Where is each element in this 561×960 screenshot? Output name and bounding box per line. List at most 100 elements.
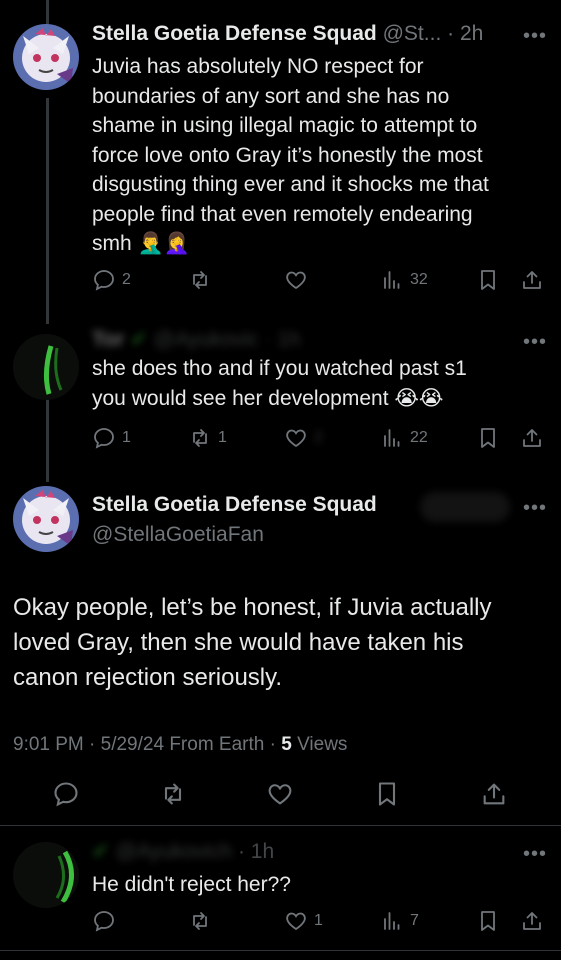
action-bar [0,780,561,820]
bookmark-button[interactable] [476,424,500,452]
like-count: 2 [314,429,323,446]
reply-icon [94,428,114,449]
more-icon[interactable]: ••• [523,332,547,352]
bookmark-button[interactable] [373,780,401,808]
tweet-header: Stella Goetia Defense Squad @St... · 2h [92,20,483,48]
like-icon [286,429,306,448]
bookmark-button[interactable] [476,907,500,935]
divider [0,825,561,826]
tweet-metadata: 9:01 PM · 5/29/24 From Earth · 5 Views [13,734,347,756]
views-button[interactable]: 22 [380,424,428,452]
avatar[interactable] [13,842,79,908]
reply-icon [94,270,114,291]
tweet-header: Tor ✔ @Ayukovic · 1h [92,326,301,354]
tweet-3[interactable]: ✔ @Ayukovich · 1h ••• He didn't reject h… [0,838,561,950]
follow-button[interactable] [420,492,510,522]
more-icon[interactable]: ••• [523,844,547,864]
views-count: 32 [410,271,428,288]
action-bar: 1 7 [92,907,552,935]
like-count: 1 [314,912,323,929]
reply-icon [94,911,114,932]
reply-count: 2 [122,271,131,288]
tweet-text-line: smh 🤦‍♂️🤦‍♀️ [92,232,190,255]
share-icon [523,429,541,447]
tweet-1[interactable]: Stella Goetia Defense Squad @St... · 2h … [0,20,561,310]
bookmark-icon [481,270,495,290]
reply-button[interactable] [52,780,80,808]
post-timestamp[interactable]: 9:01 PM · 5/29/24 From Earth · [13,734,281,755]
tweet-text-line: she does tho and if you watched past s1 [92,357,467,380]
tweet-text: Juvia has absolutely NO respect for boun… [92,52,542,259]
main-tweet: Stella Goetia Defense Squad @StellaGoeti… [0,484,561,824]
retweet-icon [193,912,207,930]
action-bar: 2 32 [92,266,552,294]
like-button[interactable]: 2 [284,424,323,452]
tweet-2[interactable]: Tor ✔ @Ayukovic · 1h ••• she does tho an… [0,326,561,466]
like-button[interactable] [284,266,308,294]
divider [0,950,561,951]
author-handle[interactable]: @Ayukovich [115,840,232,863]
more-icon[interactable]: ••• [523,498,547,518]
bookmark-icon [481,911,495,931]
views-count: 7 [410,912,419,929]
views-button[interactable]: 7 [380,907,419,935]
tweet-text-line: disgusting thing ever and it shocks me t… [92,173,489,196]
reply-button[interactable] [92,907,116,935]
retweet-icon [164,783,182,805]
bookmark-icon [481,428,495,448]
tweet-text-line: loved Gray, then she would have taken hi… [13,629,464,656]
share-icon [523,271,541,289]
bookmark-icon [378,782,396,806]
views-icon [384,429,400,447]
verified-badge: ✔ [130,328,148,351]
time-separator: · [441,22,460,45]
tweet-text-line: Okay people, let’s be honest, if Juvia a… [13,594,492,621]
tweet-text: she does tho and if you watched past s1 … [92,354,542,413]
views-label: Views [291,734,348,755]
like-button[interactable]: 1 [284,907,323,935]
share-button[interactable] [520,266,544,294]
avatar[interactable] [13,24,79,90]
like-button[interactable] [266,780,294,808]
retweet-button[interactable] [188,907,212,935]
author-name[interactable]: Stella Goetia Defense Squad [92,491,377,519]
author-handle[interactable]: @Ayukovic [154,328,259,351]
tweet-header: ✔ @Ayukovich · 1h [92,838,274,866]
tweet-text: Okay people, let’s be honest, if Juvia a… [13,590,548,695]
bookmark-button[interactable] [476,266,500,294]
views-button[interactable]: 32 [380,266,428,294]
reply-button[interactable]: 1 [92,424,131,452]
share-button[interactable] [480,780,508,808]
more-icon[interactable]: ••• [523,26,547,46]
timestamp[interactable]: 2h [460,22,483,45]
avatar[interactable] [13,334,79,400]
views-count: 5 [281,734,292,755]
share-button[interactable] [520,424,544,452]
tweet-text-line: shame in using illegal magic to attempt … [92,114,478,137]
tweet-text-line: boundaries of any sort and she has no [92,84,450,108]
views-icon [384,271,400,289]
retweet-button[interactable] [159,780,187,808]
avatar[interactable] [13,486,79,552]
timestamp[interactable]: · 1h [238,840,274,863]
author-name[interactable]: Stella Goetia Defense Squad [92,22,377,45]
retweet-count: 1 [218,429,227,446]
share-button[interactable] [520,907,544,935]
tweet-text: He didn't reject her?? [92,873,291,896]
tweet-text-line: canon rejection seriously. [13,664,283,691]
share-icon [523,912,541,930]
verified-badge: ✔ [92,840,110,863]
like-icon [286,271,306,290]
retweet-button[interactable] [188,266,212,294]
author-name[interactable]: Tor [92,328,124,351]
author-handle[interactable]: @StellaGoetiaFan [92,521,264,549]
reply-button[interactable]: 2 [92,266,131,294]
retweet-button[interactable]: 1 [188,424,227,452]
retweet-icon [193,429,207,447]
tweet-text-line: Juvia has absolutely NO respect for [92,55,424,78]
timestamp[interactable]: · 1h [264,328,300,351]
author-handle[interactable]: @St... [383,22,442,45]
retweet-icon [193,271,207,289]
like-icon [268,784,292,805]
tweet-text-line: you would see her development 😭😭 [92,386,444,410]
